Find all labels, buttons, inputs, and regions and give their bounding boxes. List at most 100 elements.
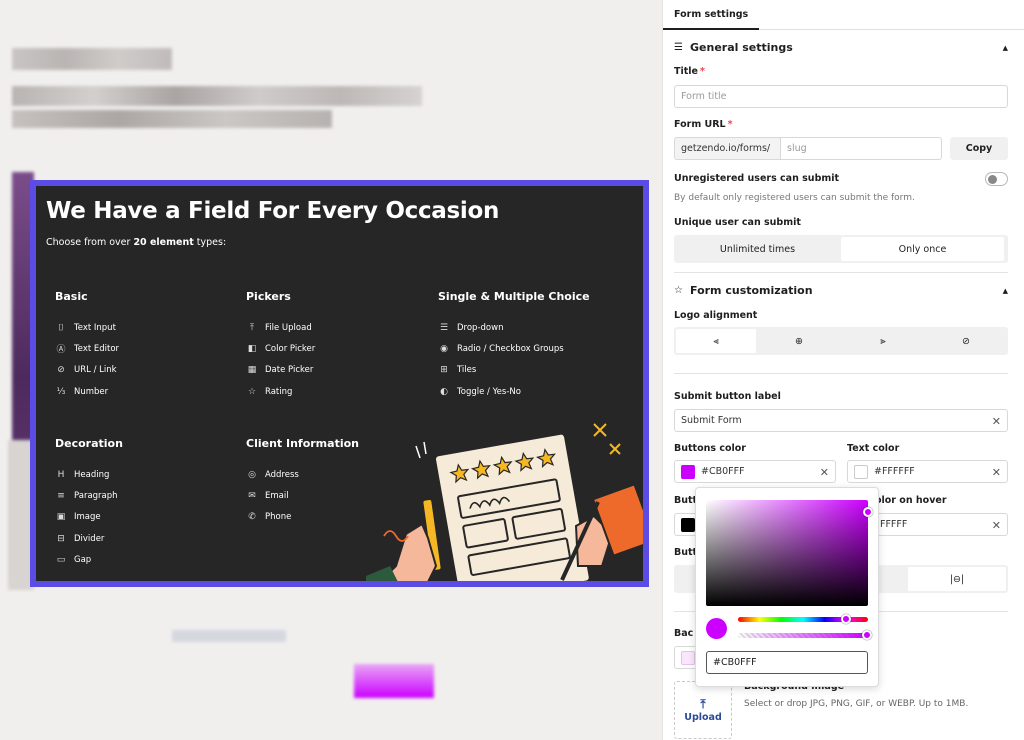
blurred-title-2	[12, 86, 422, 106]
text-color-swatch[interactable]	[854, 464, 868, 479]
pickers-heading: Pickers	[246, 290, 291, 303]
slug-input[interactable]: slug	[780, 137, 942, 160]
location-icon: ◎	[248, 469, 256, 480]
rating-illustration	[366, 423, 643, 581]
banner-subtitle: Choose from over 20 element types:	[46, 237, 226, 248]
text-input-icon: ⌷	[58, 322, 64, 333]
toggle-knob	[988, 175, 997, 184]
hover-color-label-left: Butt	[674, 495, 698, 506]
form-url-label: Form URL *	[674, 119, 733, 130]
buttons-color-swatch[interactable]	[681, 464, 695, 479]
list-item: ◉ Radio / Checkbox Groups	[438, 338, 590, 359]
sliders-icon: ☰	[674, 42, 683, 53]
logo-alignment-segmented: ⫷ ⊕ ⫸ ⊘	[674, 327, 1008, 355]
list-item: H Heading	[55, 464, 123, 485]
list-item: ◧ Color Picker	[246, 338, 315, 359]
alpha-slider[interactable]	[738, 630, 872, 640]
item-label: Number	[74, 386, 109, 397]
hue-handle[interactable]	[841, 614, 851, 624]
client-column: Client Information ◎ Address ✉ Email ✆ Phon…	[246, 437, 359, 528]
list-item: ☰ Drop-down	[438, 317, 590, 338]
only-once-option[interactable]: Only once	[841, 237, 1004, 261]
upload-dropzone[interactable]: ⤒ Upload	[674, 681, 732, 739]
unlimited-times-option[interactable]: Unlimited times	[676, 237, 839, 261]
radio-icon: ◉	[440, 343, 448, 354]
form-title-input[interactable]: Form title	[674, 85, 1008, 108]
saturation-value-area[interactable]	[706, 500, 873, 606]
decoration-column: Decoration H Heading ≡ Paragraph ▣ Image ⊟ D…	[55, 437, 123, 570]
align-left-icon[interactable]: ⫷	[676, 329, 756, 353]
button-style-label: Butt	[674, 547, 698, 558]
buttons-color-input[interactable]: #CB0FFF ✕	[674, 460, 836, 483]
clear-icon[interactable]: ✕	[992, 466, 1001, 479]
url-prefix: getzendo.io/forms/	[674, 137, 781, 160]
saturation-handle[interactable]	[863, 507, 873, 517]
sparkle-icon	[593, 423, 621, 455]
list-item: ⊘ URL / Link	[55, 360, 119, 381]
banner-subtitle-suffix: types:	[193, 237, 227, 248]
buttons-color-value: #CB0FFF	[701, 466, 745, 477]
banner-subtitle-prefix: Choose from over	[46, 237, 134, 248]
list-item: ⅓ Number	[55, 381, 119, 402]
full-width-icon[interactable]: |⊖|	[908, 567, 1006, 591]
unregistered-help: By default only registered users can sub…	[674, 193, 915, 203]
unique-user-segmented: Unlimited times Only once	[674, 235, 1008, 263]
unregistered-toggle[interactable]	[985, 172, 1008, 186]
bg-color-swatch[interactable]	[681, 650, 695, 665]
submit-label-label: Submit button label	[674, 391, 781, 402]
logo-alignment-label: Logo alignment	[674, 310, 758, 321]
list-item: ☆ Rating	[246, 381, 315, 402]
buttons-color-label: Buttons color	[674, 443, 746, 454]
item-label: Divider	[74, 533, 105, 544]
basic-heading: Basic	[55, 290, 88, 303]
list-item: ✉ Email	[246, 485, 359, 506]
required-asterisk: *	[727, 119, 733, 130]
list-item: ◐ Toggle / Yes-No	[438, 381, 590, 402]
align-center-icon[interactable]: ⊕	[758, 329, 840, 353]
unregistered-label: Unregistered users can submit	[674, 173, 840, 184]
clear-icon[interactable]: ✕	[820, 466, 829, 479]
palette-icon: ◧	[247, 343, 257, 354]
chevron-up-icon[interactable]: ▲	[1003, 287, 1008, 295]
form-preview-pane: We Have a Field For Every Occasion Choos…	[0, 0, 662, 740]
phone-icon: ✆	[248, 512, 256, 523]
list-item: ⌷ Text Input	[55, 317, 119, 338]
form-customization-header[interactable]: ☆ Form customization ▲	[674, 284, 1008, 297]
blurred-caption	[172, 630, 286, 642]
item-label: Text Editor	[74, 343, 120, 354]
hue-slider[interactable]	[738, 614, 868, 624]
chevron-up-icon[interactable]: ▲	[1003, 44, 1008, 52]
clear-icon[interactable]: ✕	[992, 415, 1001, 428]
item-label: Text Input	[74, 322, 116, 333]
list-item: ▣ Image	[55, 507, 123, 528]
alpha-handle[interactable]	[862, 630, 872, 640]
tab-bar: Form settings	[663, 0, 1024, 30]
submit-label-input[interactable]: Submit Form ✕	[674, 409, 1008, 432]
list-item: ⊟ Divider	[55, 528, 123, 549]
color-preview	[706, 618, 727, 639]
copy-button[interactable]: Copy	[950, 137, 1008, 160]
heading-icon: H	[57, 469, 65, 480]
text-color-input[interactable]: #FFFFFF ✕	[847, 460, 1008, 483]
item-label: File Upload	[265, 322, 312, 333]
item-label: Paragraph	[74, 490, 118, 501]
link-icon: ⊘	[57, 365, 65, 376]
align-right-icon[interactable]: ⫸	[842, 329, 924, 353]
clear-icon[interactable]: ✕	[992, 519, 1001, 532]
banner-subtitle-count: 20 element	[133, 237, 194, 248]
pickers-column: Pickers ⤒ File Upload ◧ Color Picker ▦ Date…	[246, 290, 315, 402]
tab-form-settings[interactable]: Form settings	[663, 0, 760, 30]
calendar-icon: ▦	[247, 365, 257, 376]
general-settings-title: General settings	[690, 41, 793, 54]
hex-input[interactable]: #CB0FFF	[706, 651, 868, 674]
text-hover-color-label: olor on hover	[875, 495, 947, 506]
hover-bg-swatch[interactable]	[681, 517, 695, 532]
unique-user-label: Unique user can submit	[674, 217, 801, 228]
divider-icon: ⊟	[57, 533, 65, 544]
star-icon: ☆	[247, 386, 257, 397]
list-item: Ⓐ Text Editor	[55, 338, 119, 359]
general-settings-header[interactable]: ☰ General settings ▲	[674, 41, 1008, 54]
banner-title: We Have a Field For Every Occasion	[46, 198, 500, 224]
hide-logo-icon[interactable]: ⊘	[926, 329, 1006, 353]
text-hover-color-input[interactable]: FFFFF ✕	[875, 513, 1008, 536]
